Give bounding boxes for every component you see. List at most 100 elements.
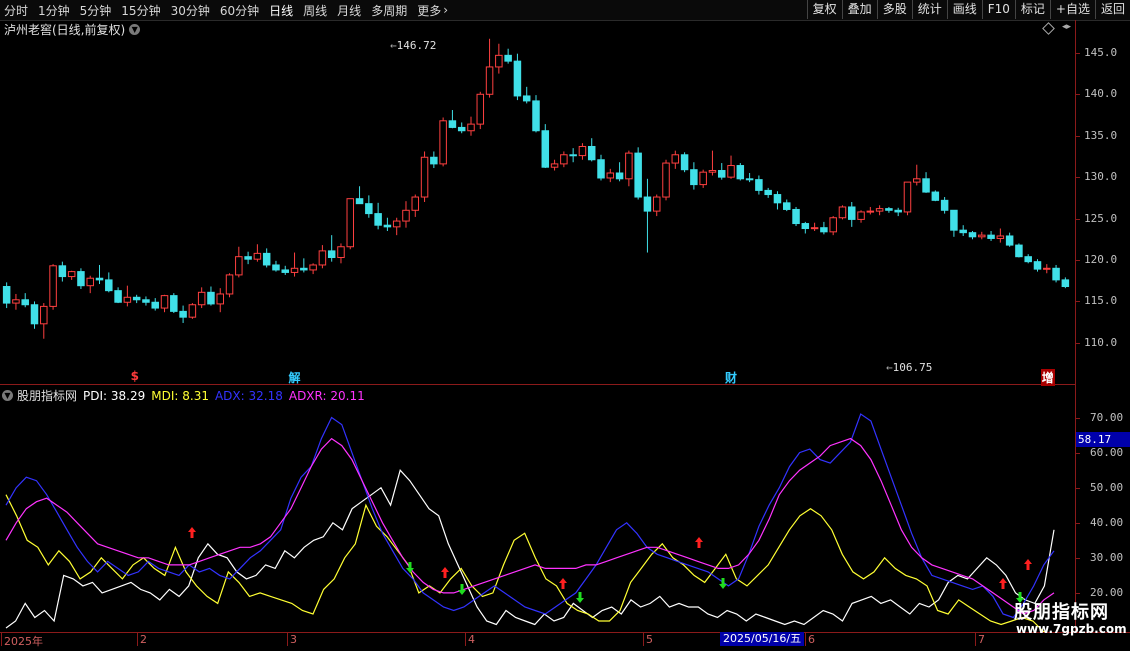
candle-body bbox=[457, 126, 466, 132]
candle-body bbox=[996, 235, 1005, 239]
indicator-title: ▼ 股朋指标网 PDI: 38.29 MDI: 8.31 ADX: 32.18 … bbox=[2, 387, 365, 404]
candle-body bbox=[309, 264, 317, 271]
candle-body bbox=[560, 154, 568, 165]
candle-body bbox=[764, 189, 772, 196]
watermark-title: 股朋指标网 bbox=[1014, 602, 1109, 623]
x-axis-label: 3 bbox=[290, 633, 297, 646]
candle-body bbox=[30, 304, 39, 325]
candle-body bbox=[49, 265, 57, 307]
y-axis-line bbox=[1075, 20, 1076, 632]
event-marker[interactable]: $ bbox=[131, 369, 139, 383]
arrow-up-icon bbox=[559, 578, 567, 589]
candle-body bbox=[532, 100, 540, 132]
candle-body bbox=[58, 265, 67, 278]
candle-body bbox=[188, 304, 197, 318]
candle-body bbox=[467, 123, 475, 132]
price-tick-mark bbox=[1076, 342, 1080, 344]
candle-body bbox=[1024, 256, 1032, 263]
indicator-tick-mark bbox=[1076, 592, 1080, 594]
indicator-tick-mark bbox=[1076, 557, 1080, 559]
pdi-label: PDI: 38.29 bbox=[83, 388, 146, 403]
price-tick-mark bbox=[1076, 218, 1080, 220]
price-tick-mark bbox=[1076, 94, 1080, 96]
price-tick-label: 115.0 bbox=[1084, 294, 1118, 308]
price-tick-mark bbox=[1076, 52, 1080, 54]
candle-body bbox=[866, 210, 875, 213]
candle-body bbox=[959, 229, 967, 234]
candle-body bbox=[541, 130, 550, 168]
arrow-up-icon bbox=[695, 537, 703, 548]
candle-body bbox=[77, 271, 85, 287]
candle-body bbox=[1005, 235, 1014, 246]
chevron-down-icon[interactable]: ▼ bbox=[2, 390, 13, 401]
candle-body bbox=[392, 220, 401, 228]
candle-body bbox=[885, 208, 893, 211]
candle-body bbox=[225, 274, 234, 295]
candle-body bbox=[67, 271, 76, 278]
candle-body bbox=[355, 198, 364, 205]
indicator-tick-mark bbox=[1076, 487, 1080, 489]
candlestick-series bbox=[2, 38, 1070, 339]
candle-body bbox=[922, 178, 930, 193]
cursor-date-badge: 2025/05/16/五 bbox=[720, 632, 805, 646]
price-tick-mark bbox=[1076, 301, 1080, 303]
candle-body bbox=[782, 202, 791, 210]
candle-body bbox=[1033, 261, 1042, 270]
x-tick-mark bbox=[975, 632, 976, 646]
arrow-down-icon bbox=[576, 592, 584, 603]
dmi-series bbox=[5, 413, 1055, 636]
candle-body bbox=[114, 290, 122, 303]
event-marker[interactable]: 增 bbox=[1040, 369, 1055, 386]
indicator-tick-label: 40.00 bbox=[1090, 515, 1124, 529]
line-mdi bbox=[5, 494, 1055, 636]
indicator-tick-label: 20.00 bbox=[1090, 585, 1124, 599]
candle-body bbox=[792, 208, 800, 225]
candle-body bbox=[671, 154, 680, 164]
candle-body bbox=[105, 279, 113, 292]
candle-body bbox=[717, 170, 726, 178]
arrow-up-icon bbox=[999, 578, 1007, 589]
candle-body bbox=[262, 252, 271, 266]
candle-body bbox=[132, 296, 141, 301]
candle-body bbox=[1015, 244, 1023, 258]
x-tick-mark bbox=[643, 632, 644, 646]
candle-body bbox=[95, 277, 104, 281]
x-axis-label: 2 bbox=[140, 633, 147, 646]
candle-body bbox=[365, 203, 373, 215]
candle-body bbox=[587, 145, 596, 161]
candle-body bbox=[578, 145, 587, 157]
indicator-tick-mark bbox=[1076, 452, 1080, 454]
candle-body bbox=[810, 227, 819, 230]
candle-body bbox=[476, 93, 485, 125]
candle-body bbox=[40, 305, 48, 325]
candle-body bbox=[820, 227, 828, 233]
candle-body bbox=[448, 120, 457, 128]
candle-body bbox=[160, 295, 169, 309]
price-tick-mark bbox=[1076, 260, 1080, 261]
candle-body bbox=[235, 256, 243, 276]
stock-chart[interactable] bbox=[0, 0, 1130, 650]
price-tick-mark bbox=[1076, 135, 1080, 137]
candle-body bbox=[569, 154, 577, 157]
price-tick-label: 130.0 bbox=[1084, 170, 1118, 184]
candle-body bbox=[894, 209, 902, 213]
adxr-label: ADXR: 20.11 bbox=[288, 388, 365, 403]
candle-body bbox=[170, 295, 178, 312]
price-tick-label: 120.0 bbox=[1084, 253, 1118, 266]
price-tick-label: 140.0 bbox=[1084, 87, 1118, 101]
candle-body bbox=[485, 66, 494, 95]
candle-body bbox=[987, 234, 995, 239]
candle-body bbox=[773, 194, 782, 204]
candle-body bbox=[216, 293, 224, 305]
candle-body bbox=[848, 206, 856, 220]
candle-body bbox=[727, 165, 735, 178]
indicator-tick-label: 30.00 bbox=[1090, 550, 1124, 564]
candle-body bbox=[903, 181, 912, 213]
x-tick-mark bbox=[805, 632, 806, 646]
event-marker[interactable]: 财 bbox=[725, 369, 737, 386]
candle-body bbox=[253, 252, 262, 260]
candle-body bbox=[652, 196, 661, 212]
candle-body bbox=[281, 269, 290, 273]
candle-body bbox=[290, 267, 299, 273]
event-marker[interactable]: 解 bbox=[289, 369, 301, 386]
